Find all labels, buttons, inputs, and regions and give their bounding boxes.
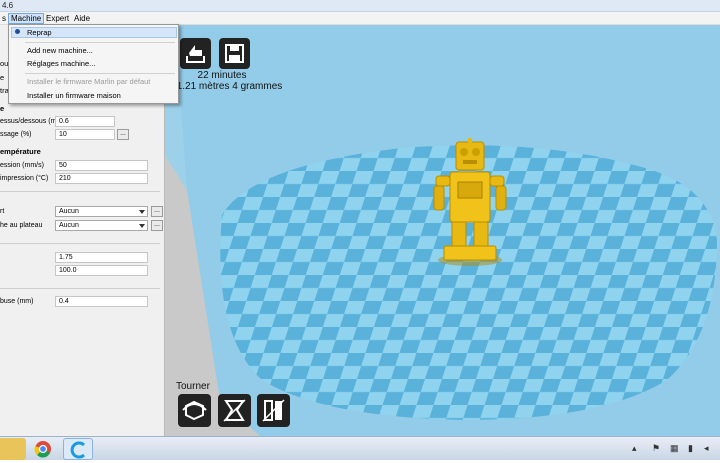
filament-diameter-field[interactable]: 1.75: [55, 252, 148, 263]
flow-row: 100.0: [0, 265, 164, 277]
network-icon[interactable]: ▮: [688, 443, 693, 454]
print-temp-field[interactable]: 210: [55, 173, 148, 184]
flag-icon[interactable]: ⚑: [652, 443, 660, 454]
print-temp-label: impression (°C): [0, 175, 49, 182]
scale-icon: [223, 399, 246, 422]
quality-heading: e: [0, 104, 5, 113]
adhesion-row: he au plateau Aucun ...: [0, 220, 164, 232]
speed-field[interactable]: 50: [55, 160, 148, 171]
menu-item-install-custom[interactable]: Installer un firmware maison: [27, 91, 121, 100]
adhesion-more-button[interactable]: ...: [151, 220, 163, 231]
adhesion-select-value: Aucun: [59, 222, 79, 229]
load-model-button[interactable]: [180, 38, 211, 69]
tray-arrow-icon[interactable]: ▴: [632, 443, 637, 454]
nozzle-label: buse (mm): [0, 298, 34, 305]
filament-diameter-row: 1.75: [0, 252, 164, 264]
cura-logo: [70, 441, 86, 459]
3d-viewport[interactable]: 22 minutes 1.21 mètres 4 grammes Tourner: [165, 25, 720, 436]
mirror-button[interactable]: [257, 394, 290, 427]
mirror-icon: [262, 399, 285, 422]
menu-item-add-machine[interactable]: Add new machine...: [27, 46, 93, 55]
cura-icon[interactable]: [63, 438, 93, 460]
chevron-down-icon: [139, 224, 145, 228]
menu-item-install-marlin[interactable]: Installer le firmware Marlin par défaut: [27, 77, 150, 86]
title-bar: 4.6: [0, 0, 720, 12]
chrome-logo: [34, 441, 51, 458]
fill-more-button[interactable]: ...: [117, 129, 129, 140]
menu-aide[interactable]: Aide: [72, 13, 92, 24]
fill-label: ssage (%): [0, 131, 32, 138]
divider: [0, 243, 160, 244]
menu-item-machine-settings[interactable]: Réglages machine...: [27, 59, 95, 68]
save-icon: [225, 44, 244, 63]
machine-menu: Reprap Add new machine... Réglages machi…: [8, 24, 179, 104]
flow-field[interactable]: 100.0: [55, 265, 148, 276]
menu-separator: [25, 42, 175, 43]
temperature-heading: empérature: [0, 147, 41, 156]
robot-model[interactable]: [430, 138, 510, 268]
divider: [0, 191, 160, 192]
print-time: 22 minutes: [197, 70, 247, 81]
speed-row: ession (mm/s) 50: [0, 160, 164, 172]
save-gcode-button[interactable]: [219, 38, 250, 69]
top-bottom-field[interactable]: 0.6: [55, 116, 115, 127]
menu-separator: [25, 73, 175, 74]
taskbar: ▴ ⚑ ▦ ▮ ◂: [0, 436, 720, 460]
divider: [0, 288, 160, 289]
support-select-value: Aucun: [59, 208, 79, 215]
chevron-down-icon: [139, 210, 145, 214]
menu-item-reprap[interactable]: Reprap: [27, 28, 52, 37]
rotate-icon: [182, 400, 207, 421]
load-icon: [186, 45, 205, 63]
rotate-label: Tourner: [176, 381, 210, 392]
top-bottom-row: essus/dessous (mm) 0.6: [0, 116, 164, 128]
radio-bullet-icon: [15, 29, 20, 34]
speed-label: ession (mm/s): [0, 162, 44, 169]
window-title: 4.6: [2, 1, 14, 10]
support-row: rt Aucun ...: [0, 206, 164, 218]
adhesion-label: he au plateau: [0, 222, 43, 229]
scale-button[interactable]: [218, 394, 251, 427]
rotate-button[interactable]: [178, 394, 211, 427]
nozzle-row: buse (mm) 0.4: [0, 296, 164, 308]
fill-field[interactable]: 10: [55, 129, 115, 140]
menu-file[interactable]: s: [0, 13, 8, 24]
adhesion-select[interactable]: Aucun: [55, 220, 148, 231]
partial-label-2: e: [0, 73, 5, 82]
support-select[interactable]: Aucun: [55, 206, 148, 217]
menu-expert[interactable]: Expert: [44, 13, 71, 24]
menu-machine[interactable]: Machine: [8, 13, 45, 24]
support-label: rt: [0, 208, 5, 215]
support-more-button[interactable]: ...: [151, 206, 163, 217]
nozzle-field[interactable]: 0.4: [55, 296, 148, 307]
folder-icon[interactable]: [0, 438, 26, 460]
sync-icon[interactable]: ▦: [670, 443, 679, 454]
fill-row: ssage (%) 10 ...: [0, 129, 164, 141]
chrome-icon[interactable]: [28, 438, 58, 460]
print-material: 1.21 mètres 4 grammes: [176, 81, 283, 92]
volume-icon[interactable]: ◂: [704, 443, 709, 454]
print-temp-row: impression (°C) 210: [0, 173, 164, 185]
